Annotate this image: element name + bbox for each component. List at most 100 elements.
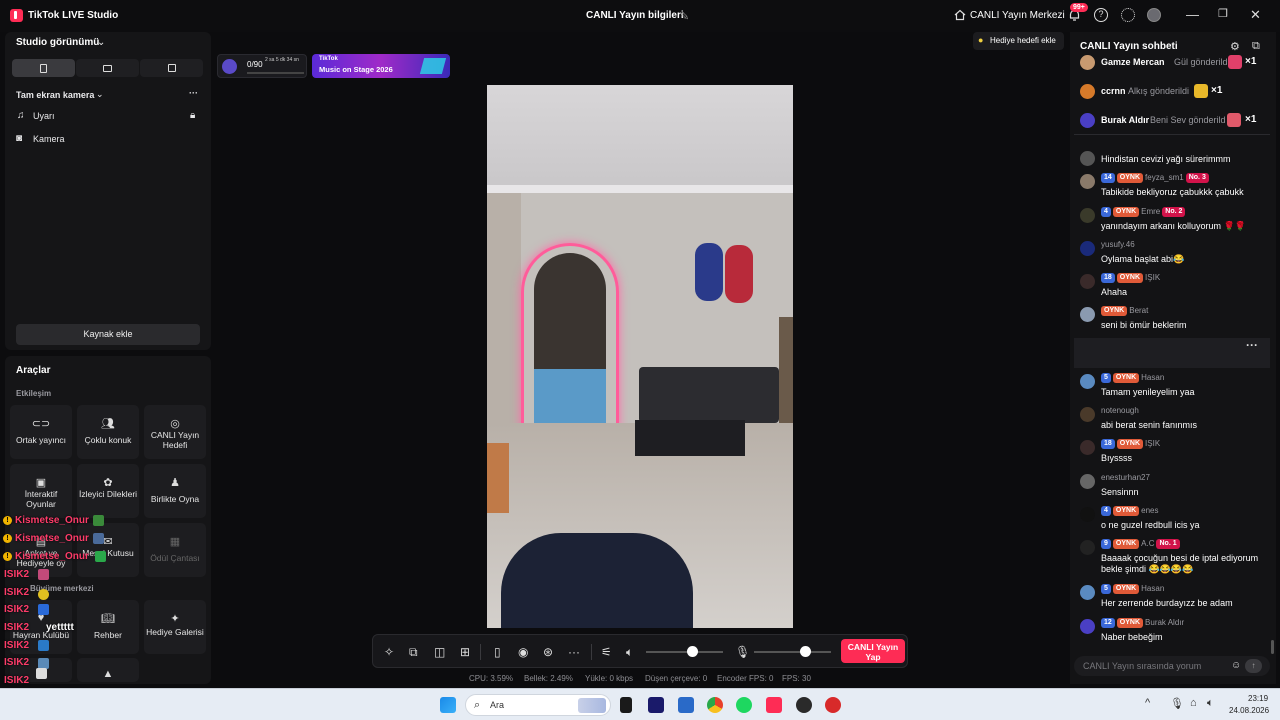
speaker-icon[interactable]: 🔈︎	[626, 645, 633, 660]
avatar[interactable]	[1080, 274, 1095, 289]
gift-gallery-tool[interactable]: ✦ Hediye Galerisi	[144, 600, 206, 654]
scene-name[interactable]: Tam ekran kamera	[16, 90, 94, 100]
mic-slider[interactable]	[754, 651, 831, 653]
viewer-wishes-tool[interactable]: ✿ İzleyici Dilekleri	[77, 464, 139, 518]
clock-time[interactable]: 23:19	[1248, 694, 1268, 703]
multi-guest-tool[interactable]: 👥︎ Çoklu konuk	[77, 405, 139, 459]
studio-view-label[interactable]: Studio görünümü	[16, 37, 99, 48]
username[interactable]: Burak Aldır	[1145, 618, 1184, 627]
avatar[interactable]	[1080, 440, 1095, 455]
chat-message[interactable]: 9 OYNK A.C No. 1 Baaaak çocuğun besi de ipta…	[1074, 537, 1270, 574]
stabilize-icon[interactable]: ⊛	[543, 645, 553, 659]
clock-date[interactable]: 24.08.2026	[1229, 706, 1269, 715]
music-on-stage-banner[interactable]: TikTok Music on Stage 2026	[312, 54, 450, 78]
username[interactable]: IŞIK	[1145, 273, 1160, 282]
record-icon[interactable]: ◉	[518, 645, 528, 659]
mic-knob[interactable]	[799, 646, 811, 657]
chat-message[interactable]: 4 OYNK Emre No. 2 yanındayım arkanı kolluyor…	[1074, 205, 1270, 235]
guide-tool[interactable]: 📖︎ Rehber	[77, 600, 139, 654]
avatar[interactable]	[1080, 507, 1095, 522]
tiktok-studio-icon[interactable]	[766, 697, 782, 713]
chat-message[interactable]: 4 OYNK enes o ne guzel redbull icis ya	[1074, 504, 1270, 534]
live-info-title[interactable]: CANLI Yayın bilgileri	[586, 10, 684, 21]
username[interactable]: Emre	[1141, 207, 1160, 216]
volume-slider[interactable]	[646, 651, 723, 653]
co-host-tool[interactable]: ⊂⊃ Ortak yayıncı	[10, 405, 72, 459]
spotify-icon[interactable]	[736, 697, 752, 713]
goal-widget[interactable]: 0/90 2 sa 5 dk 34 sn	[217, 54, 307, 78]
source-alert[interactable]: Uyarı	[33, 111, 55, 121]
chevron-down-icon[interactable]: ⌄	[97, 37, 105, 48]
chat-message[interactable]: notenough abi berat senin fanınmıs	[1074, 404, 1270, 434]
chat-message[interactable]: 5 OYNK Hasan Tamam yenileyelim yaa	[1074, 371, 1270, 401]
edit-icon[interactable]: ✎	[680, 10, 689, 23]
source-camera[interactable]: Kamera	[33, 134, 65, 144]
avatar[interactable]	[1080, 619, 1095, 634]
avatar[interactable]	[1080, 407, 1095, 422]
live-center-link[interactable]: CANLI Yayın Merkezi	[970, 10, 1065, 21]
message-box-tool[interactable]: ✉ Mesaj Kutusu	[77, 523, 139, 577]
gift-goal-button[interactable]: ● Hediye hedefi ekle	[973, 32, 1064, 50]
portrait-layout-button[interactable]	[12, 59, 75, 77]
taskbar-search[interactable]: ⌕ Ara	[465, 694, 611, 716]
volume-knob[interactable]	[687, 646, 699, 657]
chat-message[interactable]: OYNK Berat seni bi ömür beklerim	[1074, 304, 1270, 334]
live-goal-tool[interactable]: ◎ CANLI Yayın Hedefi	[144, 405, 206, 459]
avatar[interactable]	[1080, 585, 1095, 600]
chat-message[interactable]: 5 OYNK Hasan Her zerrende burdayızz be adam	[1074, 582, 1270, 612]
interactive-games-tool[interactable]: ▣ İnteraktif Oyunlar	[10, 464, 72, 518]
emoji-icon[interactable]: ☺	[1231, 660, 1241, 671]
username[interactable]: feyza_sm1	[1145, 173, 1184, 182]
chat-message[interactable]: yusufy.46 Oylama başlat abi😂	[1074, 238, 1270, 268]
username[interactable]: IŞIK	[1145, 439, 1160, 448]
username[interactable]: yusufy.46	[1101, 240, 1135, 249]
magic-wand-icon[interactable]: ✧	[384, 645, 394, 659]
avatar[interactable]	[1147, 8, 1161, 22]
tool-more-2[interactable]: ▲	[77, 658, 139, 682]
maximize-icon[interactable]: ❐	[1218, 7, 1228, 20]
camera-preview[interactable]	[487, 85, 793, 628]
chevron-up-icon[interactable]: ^	[1145, 697, 1150, 709]
more-icon[interactable]: ···	[189, 88, 198, 98]
avatar[interactable]	[1080, 208, 1095, 223]
recorder-icon[interactable]	[825, 697, 841, 713]
windows-start-icon[interactable]	[440, 697, 456, 713]
settings-sliders-icon[interactable]: ⚟	[601, 645, 612, 659]
dual-layout-button[interactable]	[140, 59, 203, 77]
username[interactable]: notenough	[1101, 406, 1139, 415]
chat-message[interactable]: enesturhan27 Sensinnn	[1074, 471, 1270, 501]
lock-icon[interactable]: 🔒︎	[190, 110, 195, 121]
volume-tray-icon[interactable]: 🔈︎	[1207, 697, 1214, 710]
avatar[interactable]	[1080, 174, 1095, 189]
go-live-button[interactable]: CANLI Yayın Yap	[841, 639, 905, 663]
camera-effects-icon[interactable]: ◫	[434, 645, 445, 659]
chat-input[interactable]: CANLI Yayın sırasında yorum ☺ ↑	[1074, 656, 1270, 676]
username[interactable]: A.C	[1141, 539, 1154, 548]
avatar[interactable]	[1080, 474, 1095, 489]
username[interactable]: enesturhan27	[1101, 473, 1150, 482]
app-icon[interactable]	[796, 697, 812, 713]
minimize-icon[interactable]: —	[1186, 7, 1199, 22]
home-icon[interactable]	[954, 9, 966, 21]
help-icon[interactable]: ?	[1094, 8, 1108, 22]
close-icon[interactable]: ✕	[1250, 7, 1261, 23]
chat-message[interactable]: 18 OYNK IŞIK Bıyssss	[1074, 437, 1270, 467]
play-together-tool[interactable]: ♟ Birlikte Oyna	[144, 464, 206, 518]
chat-message[interactable]: 12OYNKBurak Aldır Naber bebeğim	[1074, 616, 1270, 646]
reward-bag-tool[interactable]: ▦ Ödül Çantası	[144, 523, 206, 577]
gear-icon[interactable]	[1121, 8, 1135, 22]
more-icon[interactable]: ···	[1246, 338, 1258, 352]
screen-add-icon[interactable]: ⊞	[460, 645, 470, 659]
avatar[interactable]	[1080, 241, 1095, 256]
avatar[interactable]	[1080, 540, 1095, 555]
send-icon[interactable]: ↑	[1245, 659, 1262, 673]
microphone-icon[interactable]: 🎙︎	[735, 645, 750, 659]
after-effects-icon[interactable]	[648, 697, 664, 713]
avatar[interactable]	[1080, 374, 1095, 389]
chevron-down-icon[interactable]: ⌄	[96, 89, 104, 100]
landscape-layout-button[interactable]	[76, 59, 139, 77]
chat-message[interactable]: 18 OYNK IŞIK Ahaha	[1074, 271, 1270, 301]
avatar[interactable]	[1080, 151, 1095, 166]
username[interactable]: Hasan	[1141, 373, 1164, 382]
explorer-icon[interactable]	[678, 697, 694, 713]
